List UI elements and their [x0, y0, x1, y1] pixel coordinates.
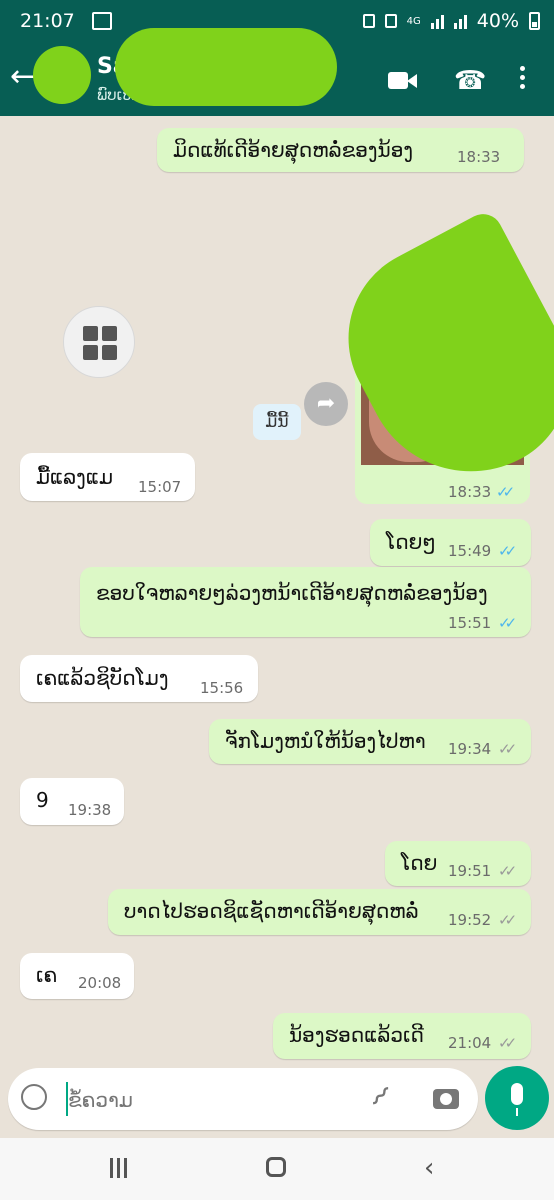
message-input[interactable]: [66, 1083, 345, 1117]
camera-icon[interactable]: [433, 1089, 459, 1109]
battery-icon: [529, 12, 540, 30]
message-time: 15:56: [200, 679, 244, 697]
chat-header: ← Sa ພົບເຫັນລ່າສຸດ ☎: [0, 28, 554, 116]
message-incoming[interactable]: 9 19:38: [20, 778, 124, 825]
message-time: 19:38: [68, 801, 112, 819]
message-time: 15:07: [138, 478, 182, 496]
message-time: 18:33: [457, 148, 501, 166]
message-time: 20:08: [78, 974, 122, 992]
gallery-grid-icon: [83, 326, 117, 360]
image-notification-icon: [92, 12, 112, 30]
status-time: 21:07: [20, 10, 75, 32]
mic-icon[interactable]: [485, 1066, 549, 1130]
delivered-ticks-icon: ✓✓: [498, 740, 517, 758]
message-incoming[interactable]: ມື້ແລງແມ 15:07: [20, 453, 195, 501]
message-composer[interactable]: ⌇: [8, 1068, 478, 1130]
message-text: ມິດແທ້ເດີອ້າຍສຸດຫລໍ່ຂອງນ້ອງ: [173, 138, 414, 162]
message-text: ໂດຍໆ: [386, 530, 436, 554]
mute-icon: [384, 14, 397, 28]
read-ticks-icon: ✓✓: [498, 614, 517, 632]
message-incoming[interactable]: ເຄແລ້ວຊິບັດໂມງ 15:56: [20, 655, 258, 702]
message-outgoing[interactable]: ມິດແທ້ເດີອ້າຍສຸດຫລໍ່ຂອງນ້ອງ 18:33: [157, 128, 524, 172]
emoji-icon[interactable]: [21, 1084, 47, 1110]
phone-icon[interactable]: ☎: [454, 66, 486, 96]
message-time: 21:04: [448, 1034, 492, 1052]
home-icon[interactable]: [266, 1157, 286, 1177]
status-indicators: 4G 40%: [362, 10, 540, 32]
message-outgoing[interactable]: ໂດຍໆ 15:49 ✓✓: [370, 519, 531, 566]
message-outgoing[interactable]: ບາດໄປຮອດຊິແຊັດຫາເດີອ້າຍສຸດຫລໍ່ 19:52 ✓✓: [108, 889, 531, 935]
delivered-ticks-icon: ✓✓: [498, 1034, 517, 1052]
network-type: 4G: [406, 15, 421, 27]
message-text: ມື້ແລງແມ: [36, 465, 113, 489]
message-text: ນ້ອງຮອດແລ້ວເດີ: [289, 1023, 424, 1047]
back-icon[interactable]: ‹: [424, 1153, 434, 1183]
message-time: 15:51: [448, 614, 492, 632]
message-time: 19:34: [448, 740, 492, 758]
text-cursor: [66, 1082, 68, 1116]
message-outgoing[interactable]: ນ້ອງຮອດແລ້ວເດີ 21:04 ✓✓: [273, 1013, 531, 1059]
message-text: ໂດຍ: [401, 851, 438, 875]
battery-percent: 40%: [476, 10, 519, 32]
message-time: 18:33: [448, 483, 492, 501]
message-text: ຈັກໂມງຫນໍໃຫ້ນ້ອງໄປຫາ: [225, 729, 426, 753]
gallery-button[interactable]: [63, 306, 135, 378]
share-icon[interactable]: ➦: [304, 382, 348, 426]
message-text: ເຄ: [36, 963, 58, 987]
signal-icon: [430, 13, 444, 29]
redaction-mark: [115, 28, 337, 106]
message-time: 19:52: [448, 911, 492, 929]
read-ticks-icon: ✓✓: [496, 483, 515, 501]
message-text: ເຄແລ້ວຊິບັດໂມງ: [36, 666, 169, 690]
recent-apps-icon[interactable]: [110, 1158, 132, 1178]
android-navigation-bar: ‹: [0, 1138, 554, 1200]
chat-history[interactable]: ມິດແທ້ເດີອ້າຍສຸດຫລໍ່ຂອງນ້ອງ 18:33 ➦ 18:3…: [0, 116, 554, 1062]
signal-icon: [453, 13, 467, 29]
notification-icon: [362, 14, 375, 28]
message-time: 19:51: [448, 862, 492, 880]
read-ticks-icon: ✓✓: [498, 542, 517, 560]
message-time: 15:49: [448, 542, 492, 560]
message-outgoing[interactable]: ໂດຍ 19:51 ✓✓: [385, 841, 531, 886]
more-icon[interactable]: [518, 66, 528, 96]
message-incoming[interactable]: ເຄ 20:08: [20, 953, 134, 999]
message-outgoing[interactable]: ຈັກໂມງຫນໍໃຫ້ນ້ອງໄປຫາ 19:34 ✓✓: [209, 719, 531, 764]
delivered-ticks-icon: ✓✓: [498, 911, 517, 929]
back-arrow-icon[interactable]: ←: [10, 62, 35, 92]
video-icon[interactable]: [388, 66, 418, 96]
message-text: ບາດໄປຮອດຊິແຊັດຫາເດີອ້າຍສຸດຫລໍ່: [124, 899, 419, 923]
date-divider: ມື້ນີ້: [253, 404, 301, 440]
message-text: 9: [36, 788, 49, 812]
message-outgoing[interactable]: ຂອບໃຈຫລາຍໆລ່ວງຫນ້າເດີອ້າຍສຸດຫລໍ່ຂອງນ້ອງ …: [80, 567, 531, 637]
delivered-ticks-icon: ✓✓: [498, 862, 517, 880]
message-text: ຂອບໃຈຫລາຍໆລ່ວງຫນ້າເດີອ້າຍສຸດຫລໍ່ຂອງນ້ອງ: [96, 581, 488, 605]
contact-avatar[interactable]: [33, 46, 91, 104]
attach-icon[interactable]: ⌇: [363, 1080, 396, 1113]
